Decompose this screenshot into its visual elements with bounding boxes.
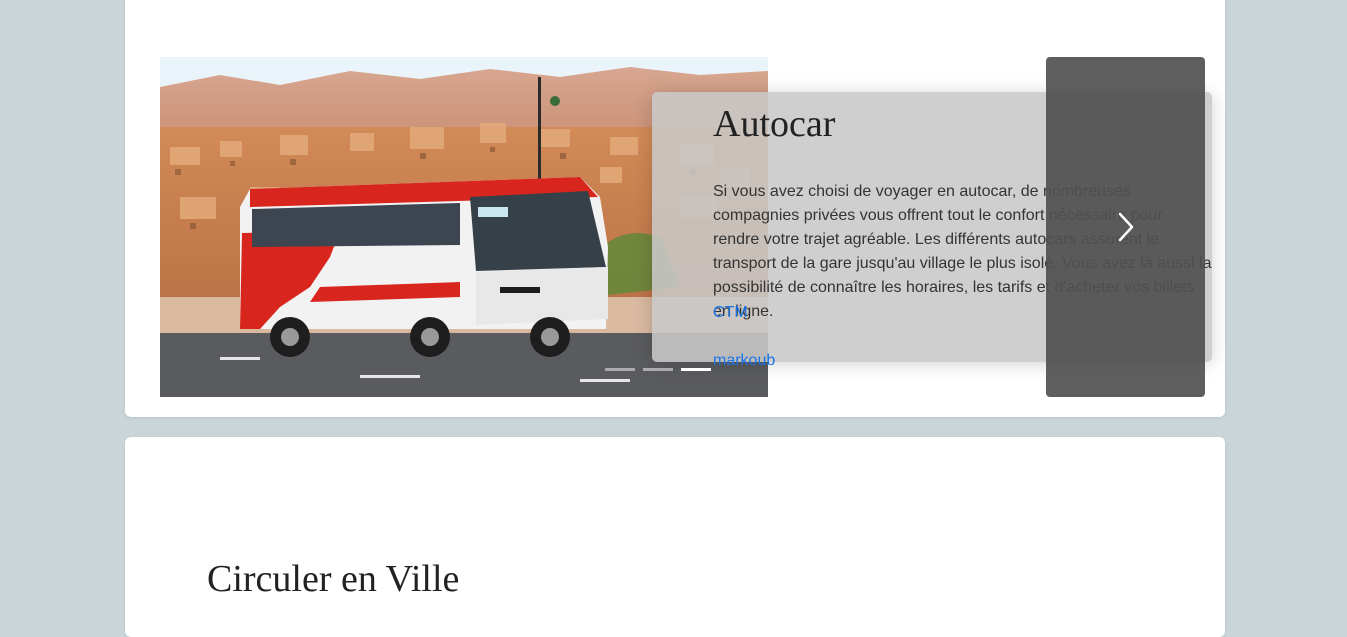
carousel-next-button[interactable]: [1046, 57, 1205, 397]
slide-title: Autocar: [713, 103, 836, 145]
chevron-right-icon: [1118, 212, 1133, 242]
carousel-indicators: [605, 368, 711, 371]
markoub-link[interactable]: markoub: [713, 352, 775, 370]
content-card: Circuler en Ville: [125, 437, 1225, 637]
carousel-indicator[interactable]: [643, 368, 673, 371]
carousel-card: Autocar Si vous avez choisi de voyager e…: [125, 0, 1225, 417]
carousel-indicator[interactable]: [605, 368, 635, 371]
ctm-link[interactable]: CTM: [713, 304, 748, 322]
carousel-indicator-active[interactable]: [681, 368, 711, 371]
section-title: Circuler en Ville: [207, 558, 460, 600]
